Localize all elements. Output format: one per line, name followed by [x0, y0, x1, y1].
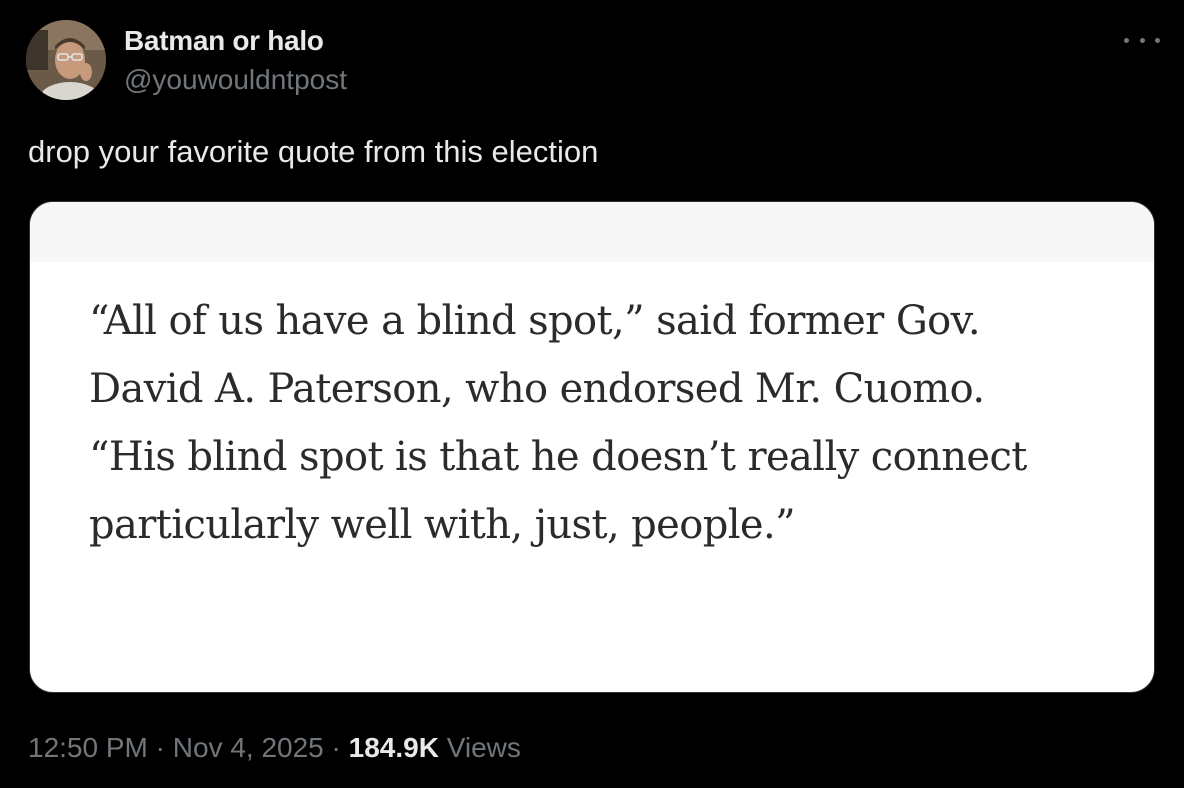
more-dot	[1155, 37, 1160, 43]
tweet-meta: 12:50 PM · Nov 4, 2025 · 184.9K Views	[28, 730, 521, 766]
author-handle[interactable]: @youwouldntpost	[124, 63, 347, 97]
author-display-name[interactable]: Batman or halo	[124, 24, 324, 58]
tweet-date[interactable]: Nov 4, 2025	[173, 732, 324, 763]
tweet-time[interactable]: 12:50 PM	[28, 732, 148, 763]
views-count[interactable]: 184.9K	[349, 732, 439, 763]
quote-line: David A. Paterson, who endorsed Mr. Cuom…	[89, 366, 985, 412]
meta-separator: ·	[323, 732, 349, 763]
more-dot	[1139, 37, 1145, 43]
meta-separator: ·	[147, 732, 173, 763]
quote-line: “All of us have a blind spot,” said form…	[89, 298, 981, 344]
quote-line: “His blind spot is that he doesn’t reall…	[89, 434, 1027, 480]
more-dot	[1124, 37, 1129, 43]
media-top-band	[30, 202, 1154, 262]
quote-text: “All of us have a blind spot,” said form…	[89, 287, 1139, 559]
tweet-text: drop your favorite quote from this elect…	[28, 134, 599, 169]
more-horizontal-icon[interactable]	[1124, 26, 1160, 54]
tweet-media-image[interactable]: “All of us have a blind spot,” said form…	[29, 201, 1155, 693]
views-label: Views	[438, 732, 521, 763]
avatar[interactable]	[26, 20, 106, 100]
profile-photo-icon	[26, 20, 106, 100]
quote-line: particularly well with, just, people.”	[89, 502, 796, 548]
